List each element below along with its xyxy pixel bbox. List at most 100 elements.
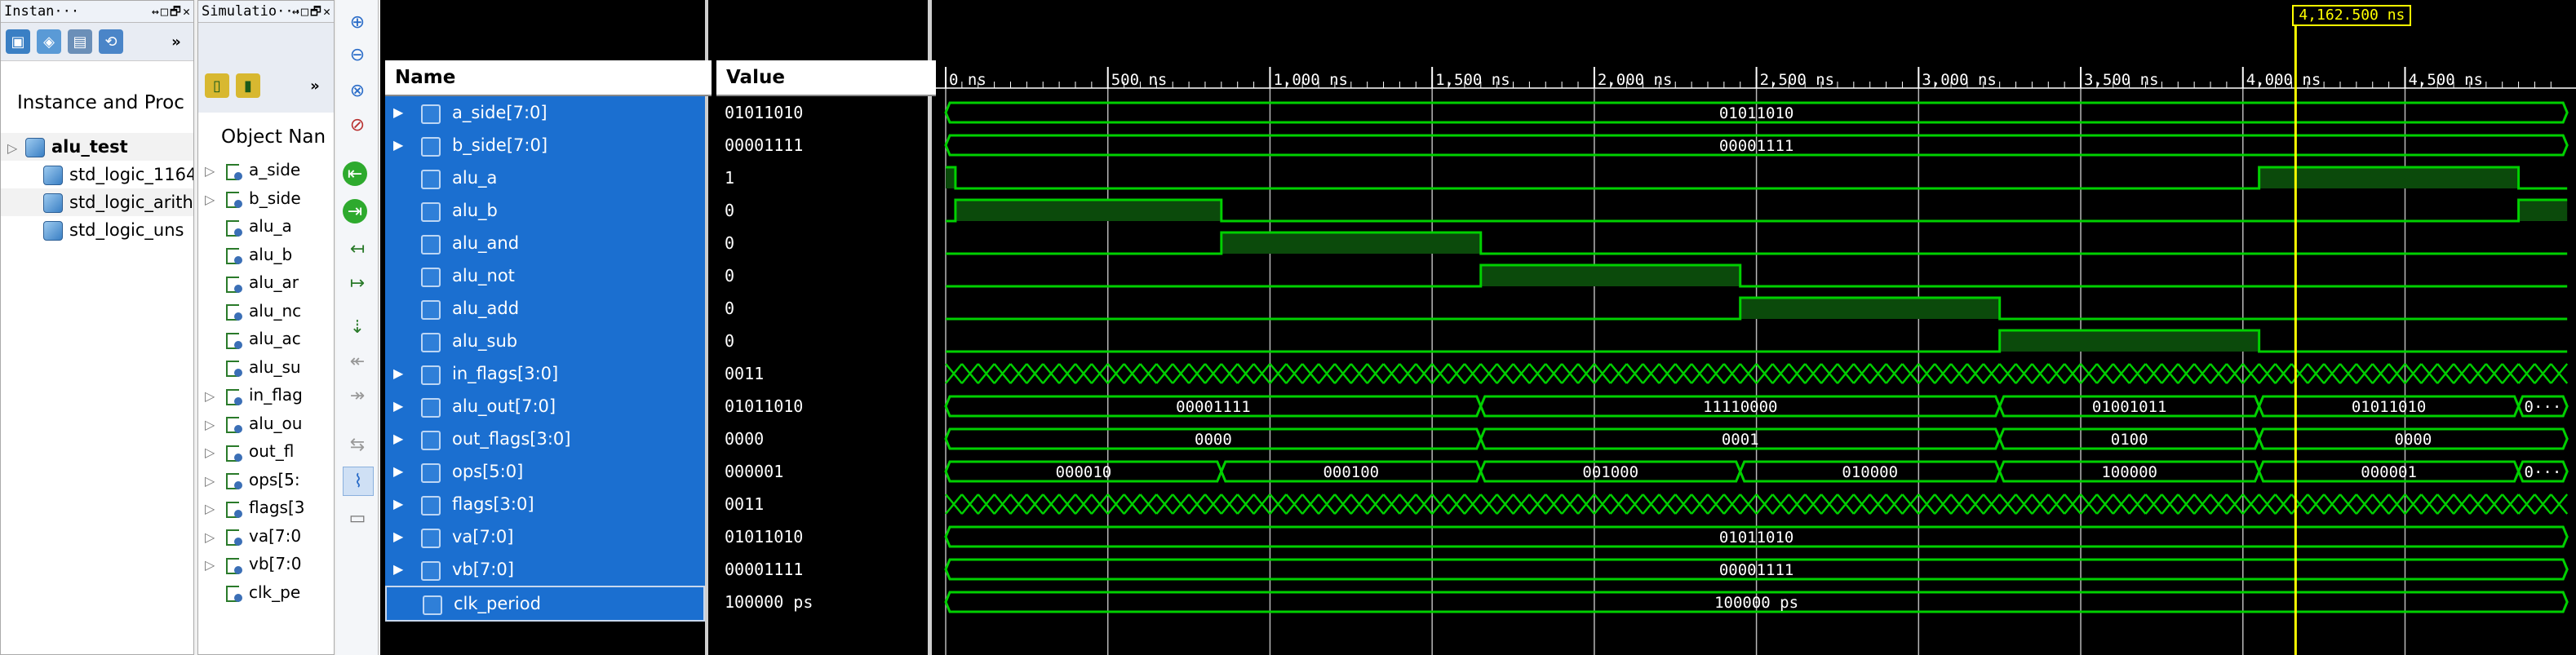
signal-name-row[interactable]: ▶ out_flags[3:0]	[385, 423, 705, 456]
waveform-svg[interactable]: 0 ns 500 ns 1,000 ns 1,500 ns 2,000 ns 2,500 …	[936, 0, 2576, 655]
expand-bus-icon[interactable]: ▶	[393, 129, 408, 162]
value-column: Value 01011010 00001111 1 0 0 0 0 0 0011 01011010…	[712, 0, 937, 655]
prev-transition-icon[interactable]: ↤	[343, 235, 372, 263]
bus-value-label: 00001111	[1176, 398, 1251, 416]
expand-bus-icon[interactable]: ▶	[393, 96, 408, 129]
objects-tool-2-icon[interactable]: ▮	[236, 73, 260, 98]
expand-arrow-icon[interactable]: ▷	[198, 439, 226, 465]
zoom-cursor-icon[interactable]: ⊘	[343, 111, 372, 139]
signal-name-row[interactable]: alu_a	[385, 162, 705, 195]
signal-name-row[interactable]: ▶ a_side[7:0]	[385, 96, 705, 130]
signal-icon	[226, 528, 242, 546]
instance-item[interactable]: ▷ alu_test	[1, 133, 193, 161]
signal-name-row[interactable]: ▶ in_flags[3:0]	[385, 357, 705, 391]
go-start-icon[interactable]: ⇤	[343, 162, 367, 186]
signal-icon	[226, 331, 242, 349]
prev-marker-icon[interactable]: ↞	[343, 347, 372, 375]
signal-name-row[interactable]: ▶ flags[3:0]	[385, 488, 705, 521]
signal-name-row[interactable]: alu_not	[385, 259, 705, 293]
objects-panel-title[interactable]: Simulatio··· ↔□🗗✕	[198, 1, 334, 23]
instances-tool-2-icon[interactable]: ◈	[37, 29, 61, 54]
expand-bus-icon[interactable]: ▶	[393, 520, 408, 553]
signal-type-icon	[421, 398, 441, 418]
object-item[interactable]: ▷ va[7:0	[198, 522, 334, 550]
add-marker-icon[interactable]: ⇣	[343, 313, 372, 341]
float-ruler-icon[interactable]: ▭	[343, 504, 372, 532]
signal-name-row[interactable]: alu_b	[385, 194, 705, 228]
zoom-fit-icon[interactable]: ⊗	[343, 77, 372, 104]
object-item[interactable]: alu_nc	[198, 297, 334, 325]
instances-panel-title[interactable]: Instan··· ↔□🗗✕	[1, 1, 193, 23]
instance-item[interactable]: std_logic_arith	[1, 188, 193, 216]
instance-item[interactable]: std_logic_1164	[1, 161, 193, 188]
expand-arrow-icon[interactable]: ▷	[1, 135, 25, 161]
signal-name-row[interactable]: ▶ alu_out[7:0]	[385, 390, 705, 423]
expand-bus-icon[interactable]: ▶	[393, 390, 408, 423]
signal-name-row[interactable]: ▶ va[7:0]	[385, 520, 705, 554]
expand-bus-icon[interactable]: ▶	[393, 357, 408, 390]
object-label: flags[3	[249, 498, 305, 517]
signal-value: 01011010	[725, 527, 804, 547]
instances-tool-3-icon[interactable]: ▤	[68, 29, 92, 54]
expand-arrow-icon[interactable]: ▷	[198, 551, 226, 578]
object-item[interactable]: ▷ b_side	[198, 184, 334, 212]
object-item[interactable]: alu_ac	[198, 325, 334, 352]
zoom-in-icon[interactable]: ⊕	[343, 8, 372, 36]
object-item[interactable]: ▷ vb[7:0	[198, 550, 334, 578]
cursor-time-label[interactable]: 4,162.500 ns	[2292, 5, 2412, 26]
expand-arrow-icon[interactable]: ▷	[198, 524, 226, 550]
swap-cursors-icon[interactable]: ⇆	[343, 431, 372, 458]
object-item[interactable]: ▷ ops[5:	[198, 466, 334, 493]
signal-name-row[interactable]: ▶ ops[5:0]	[385, 455, 705, 489]
object-item[interactable]: ▷ in_flag	[198, 381, 334, 409]
value-column-header[interactable]: Value	[716, 60, 937, 96]
expand-arrow-icon[interactable]: ▷	[198, 157, 226, 184]
expand-bus-icon[interactable]: ▶	[393, 455, 408, 488]
signal-icon	[226, 584, 242, 602]
signal-icon	[226, 359, 242, 377]
object-label: alu_ar	[249, 272, 299, 292]
zoom-out-icon[interactable]: ⊖	[343, 41, 372, 69]
go-end-icon[interactable]: ⇥	[343, 199, 367, 223]
object-item[interactable]: alu_su	[198, 353, 334, 381]
object-item[interactable]: ▷ alu_ou	[198, 409, 334, 437]
objects-tool-1-icon[interactable]: ▯	[205, 73, 229, 98]
object-item[interactable]: ▷ out_fl	[198, 437, 334, 465]
object-item[interactable]: alu_b	[198, 241, 334, 268]
waveform-canvas[interactable]: 0 ns 500 ns 1,000 ns 1,500 ns 2,000 ns 2,500 …	[936, 0, 2576, 655]
expand-arrow-icon[interactable]: ▷	[198, 467, 226, 493]
ruler-tick-label: 2,500 ns	[1760, 71, 1835, 89]
object-item[interactable]: alu_ar	[198, 268, 334, 296]
instances-column-header: Instance and Proc	[17, 92, 184, 113]
expand-arrow-icon[interactable]: ▷	[198, 495, 226, 521]
instance-item[interactable]: std_logic_uns	[1, 216, 193, 244]
object-item[interactable]: ▷ flags[3	[198, 493, 334, 521]
objects-window-controls[interactable]: ↔□🗗✕	[292, 1, 332, 22]
signal-name-row[interactable]: ▶ vb[7:0]	[385, 553, 705, 586]
expand-arrow-icon[interactable]: ▷	[198, 186, 226, 212]
object-item[interactable]: alu_a	[198, 212, 334, 240]
next-transition-icon[interactable]: ↦	[343, 269, 372, 297]
expand-bus-icon[interactable]: ▶	[393, 553, 408, 586]
signal-name-row[interactable]: clk_period	[385, 586, 705, 622]
expand-bus-icon	[393, 227, 408, 259]
panel-window-controls[interactable]: ↔□🗗✕	[152, 1, 192, 22]
signal-name-row[interactable]: alu_sub	[385, 325, 705, 358]
expand-arrow-icon[interactable]: ▷	[198, 383, 226, 409]
next-marker-icon[interactable]: ↠	[343, 382, 372, 409]
instances-more-icon[interactable]: »	[164, 29, 188, 54]
expand-arrow-icon[interactable]: ▷	[198, 411, 226, 437]
name-column-header[interactable]: Name	[385, 60, 715, 96]
expand-bus-icon[interactable]: ▶	[393, 488, 408, 520]
object-item[interactable]: clk_pe	[198, 578, 334, 606]
signal-name-row[interactable]: ▶ b_side[7:0]	[385, 129, 705, 162]
object-item[interactable]: ▷ a_side	[198, 156, 334, 184]
signal-name-row[interactable]: alu_and	[385, 227, 705, 260]
expand-bus-icon[interactable]: ▶	[393, 423, 408, 455]
signal-icon	[226, 303, 242, 321]
signal-name-row[interactable]: alu_add	[385, 292, 705, 325]
instances-tool-1-icon[interactable]: ▣	[6, 29, 30, 54]
snap-transition-icon[interactable]: ⌇	[343, 467, 374, 496]
instances-tool-4-icon[interactable]: ⟲	[99, 29, 123, 54]
objects-more-icon[interactable]: »	[303, 73, 327, 98]
